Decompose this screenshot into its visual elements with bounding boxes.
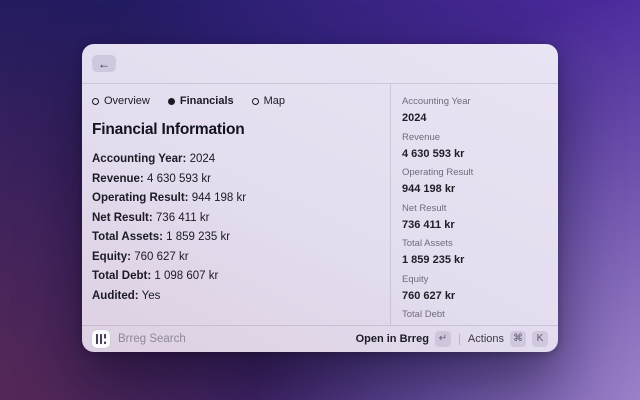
tab-map-label: Map	[264, 95, 285, 107]
window-header: ←	[82, 44, 558, 84]
tab-overview-label: Overview	[104, 95, 150, 107]
page-title: Financial Information	[92, 121, 378, 139]
back-arrow-icon: ←	[98, 58, 110, 70]
field-row: Revenue: 4 630 593 kr	[92, 173, 378, 185]
footer-actions: Open in Brreg ↵ Actions ⌘ K	[356, 331, 548, 347]
view-tabs: Overview Financials Map	[92, 95, 378, 107]
financial-fields: Accounting Year: 2024 Revenue: 4 630 593…	[92, 153, 378, 302]
metadata-value: 4 630 593 kr	[402, 148, 546, 160]
radio-unselected-icon	[92, 98, 99, 105]
open-in-brreg-button[interactable]: Open in Brreg	[356, 333, 429, 345]
field-label: Audited:	[92, 290, 139, 302]
metadata-label: Total Debt	[402, 310, 546, 320]
actions-button[interactable]: Actions	[468, 333, 504, 345]
tab-financials[interactable]: Financials	[168, 95, 234, 107]
field-value: Yes	[142, 290, 161, 302]
field-value: 2024	[190, 153, 216, 165]
field-row: Net Result: 736 411 kr	[92, 212, 378, 224]
field-label: Total Debt:	[92, 270, 151, 282]
field-value: 944 198 kr	[192, 192, 246, 204]
metadata-value: 944 198 kr	[402, 183, 546, 195]
field-row: Equity: 760 627 kr	[92, 251, 378, 263]
field-label: Total Assets:	[92, 231, 163, 243]
cmd-key-icon: ⌘	[510, 331, 526, 347]
metadata-item: Net Result 736 411 kr	[402, 204, 546, 231]
metadata-item: Operating Result 944 198 kr	[402, 168, 546, 195]
field-value: 1 098 607 kr	[154, 270, 218, 282]
field-label: Accounting Year:	[92, 153, 186, 165]
metadata-label: Equity	[402, 275, 546, 285]
field-value: 4 630 593 kr	[147, 173, 211, 185]
field-label: Equity:	[92, 251, 131, 263]
metadata-value: 1 859 235 kr	[402, 254, 546, 266]
radio-selected-icon	[168, 98, 175, 105]
metadata-label: Accounting Year	[402, 97, 546, 107]
footer-bar: Brreg Search Open in Brreg ↵ Actions ⌘ K	[82, 325, 558, 352]
field-label: Operating Result:	[92, 192, 188, 204]
metadata-item: Equity 760 627 kr	[402, 275, 546, 302]
footer-divider	[459, 334, 460, 345]
desktop-background: ← Overview Financials Map	[0, 0, 640, 400]
metadata-label: Revenue	[402, 133, 546, 143]
field-row: Total Debt: 1 098 607 kr	[92, 270, 378, 282]
field-row: Total Assets: 1 859 235 kr	[92, 231, 378, 243]
field-row: Operating Result: 944 198 kr	[92, 192, 378, 204]
tab-financials-label: Financials	[180, 95, 234, 107]
metadata-item: Accounting Year 2024	[402, 97, 546, 124]
field-label: Net Result:	[92, 212, 153, 224]
metadata-item: Total Debt 1 098 607 kr	[402, 310, 546, 325]
detail-panel: Overview Financials Map Financial Inform…	[82, 84, 390, 325]
enter-key-icon: ↵	[435, 331, 451, 347]
metadata-label: Net Result	[402, 204, 546, 214]
metadata-label: Total Assets	[402, 239, 546, 249]
metadata-panel: Accounting Year 2024 Revenue 4 630 593 k…	[390, 84, 558, 325]
metadata-value: 760 627 kr	[402, 290, 546, 302]
back-button[interactable]: ←	[92, 55, 116, 72]
metadata-value: 736 411 kr	[402, 219, 546, 231]
k-key-icon: K	[532, 331, 548, 347]
field-label: Revenue:	[92, 173, 144, 185]
field-row: Accounting Year: 2024	[92, 153, 378, 165]
metadata-value: 2024	[402, 112, 546, 124]
window-body: Overview Financials Map Financial Inform…	[82, 84, 558, 325]
bars-glyph	[96, 334, 106, 344]
brreg-logo-icon	[92, 330, 110, 348]
field-value: 1 859 235 kr	[166, 231, 230, 243]
metadata-item: Total Assets 1 859 235 kr	[402, 239, 546, 266]
tab-map[interactable]: Map	[252, 95, 285, 107]
app-window: ← Overview Financials Map	[82, 44, 558, 352]
metadata-label: Operating Result	[402, 168, 546, 178]
field-value: 760 627 kr	[134, 251, 188, 263]
search-input[interactable]: Brreg Search	[118, 333, 348, 345]
metadata-item: Revenue 4 630 593 kr	[402, 133, 546, 160]
field-row: Audited: Yes	[92, 290, 378, 302]
radio-unselected-icon	[252, 98, 259, 105]
tab-overview[interactable]: Overview	[92, 95, 150, 107]
field-value: 736 411 kr	[156, 212, 210, 224]
